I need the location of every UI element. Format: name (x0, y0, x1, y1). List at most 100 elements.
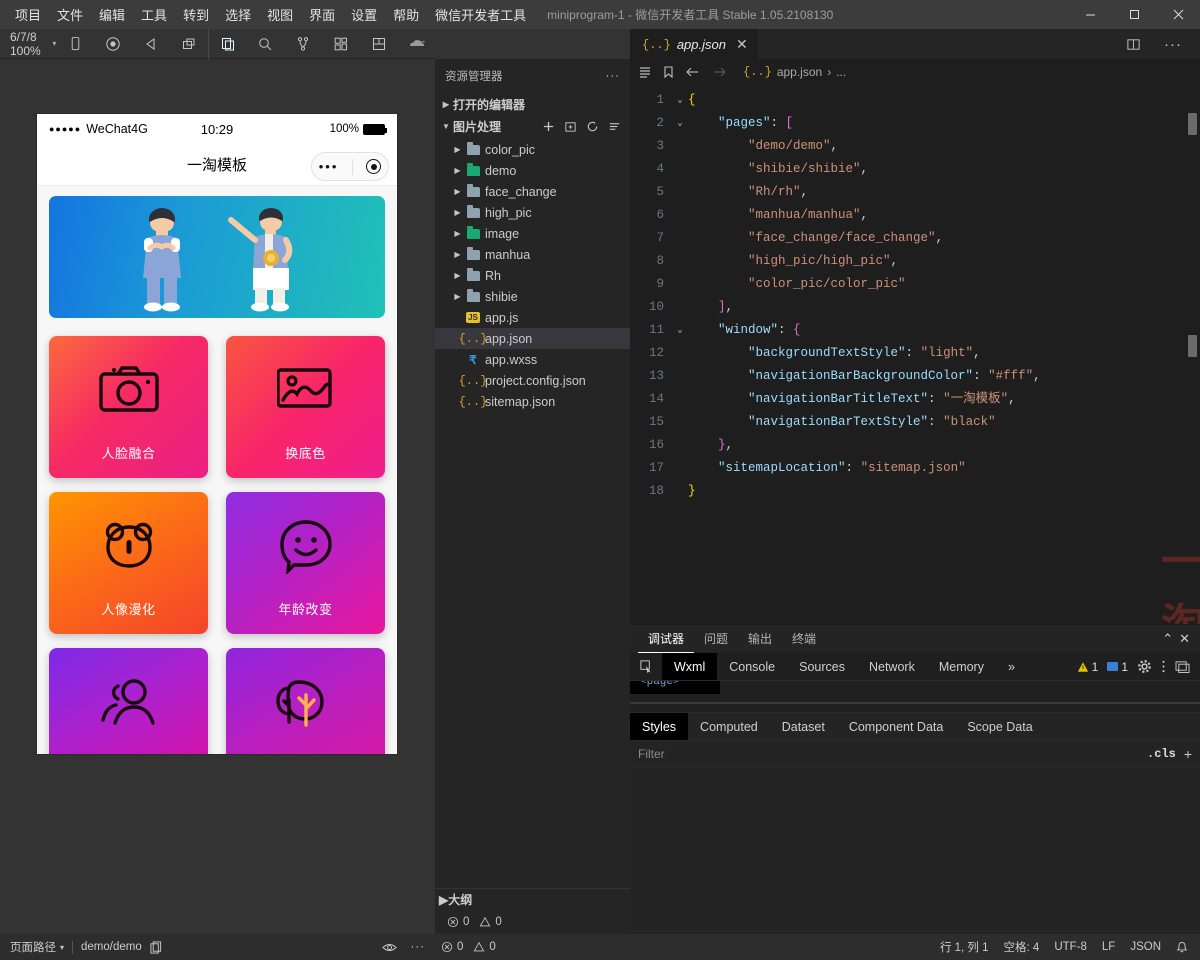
menu-item-devtools[interactable]: 微信开发者工具 (428, 2, 533, 27)
warning-badge[interactable]: 1 (1077, 660, 1099, 674)
page-path-selector[interactable]: 页面路径 ▾ (10, 939, 64, 955)
menu-item-goto[interactable]: 转到 (176, 2, 216, 27)
devtools-tab-memory[interactable]: Memory (927, 653, 996, 680)
warning-count-group[interactable]: 0 (473, 941, 495, 953)
eye-icon[interactable] (382, 942, 397, 953)
info-badge[interactable]: 1 (1107, 660, 1128, 674)
styles-tab-component-data[interactable]: Component Data (837, 713, 956, 740)
tree-item-app-json[interactable]: {..}app.json (435, 328, 630, 349)
list-icon[interactable] (638, 65, 652, 79)
card-people[interactable] (49, 648, 208, 754)
bell-icon[interactable] (1176, 941, 1188, 954)
tree-item-shibie[interactable]: ▶shibie (435, 286, 630, 307)
card-face-fusion[interactable]: 人脸融合 (49, 336, 208, 478)
close-icon[interactable]: ✕ (736, 36, 748, 53)
panel-tab-terminal[interactable]: 终端 (782, 625, 826, 653)
menu-item-project[interactable]: 项目 (8, 2, 48, 27)
tree-item-manhua[interactable]: ▶manhua (435, 244, 630, 265)
close-button[interactable] (1156, 0, 1200, 29)
menu-item-view[interactable]: 视图 (260, 2, 300, 27)
kebab-menu-icon[interactable] (1161, 659, 1166, 674)
devtools-tab-network[interactable]: Network (857, 653, 927, 680)
devtools-tab-overflow[interactable]: » (996, 653, 1027, 680)
menu-item-edit[interactable]: 编辑 (92, 2, 132, 27)
indent-indicator[interactable]: 空格: 4 (1004, 939, 1040, 955)
save-layout-icon[interactable] (360, 29, 398, 59)
section-project[interactable]: ▼ 图片处理 (435, 115, 630, 137)
code-editor[interactable]: 一淘模版 1⌄{2⌄ "pages": [3 "demo/demo",4 "sh… (630, 85, 1200, 624)
extensions-icon[interactable] (322, 29, 360, 59)
styles-tab-dataset[interactable]: Dataset (770, 713, 837, 740)
devtools-tab-wxml[interactable]: Wxml (662, 653, 717, 680)
encoding-indicator[interactable]: UTF-8 (1054, 941, 1087, 953)
back-arrow-icon[interactable] (685, 65, 701, 79)
play-icon[interactable] (132, 29, 170, 59)
section-open-editors[interactable]: ▶ 打开的编辑器 (435, 93, 630, 115)
card-trees[interactable] (226, 648, 385, 754)
devtools-tab-console[interactable]: Console (717, 653, 787, 680)
panel-tab-problems[interactable]: 问题 (694, 625, 738, 653)
menu-dots-icon[interactable]: ••• (319, 159, 339, 174)
tree-item-app-js[interactable]: JSapp.js (435, 307, 630, 328)
dock-panel-icon[interactable] (1175, 660, 1190, 673)
fold-toggle-icon[interactable]: ⌄ (672, 89, 688, 112)
cloud-icon[interactable] (398, 29, 436, 59)
tab-app-json[interactable]: {..} app.json ✕ (630, 29, 758, 59)
forward-arrow-icon[interactable] (711, 65, 727, 79)
menu-item-interface[interactable]: 界面 (302, 2, 342, 27)
more-actions-icon[interactable]: ··· (1154, 29, 1192, 59)
new-file-icon[interactable] (538, 117, 558, 135)
collapse-panel-icon[interactable]: ⌃ (1162, 631, 1173, 647)
menu-item-settings[interactable]: 设置 (344, 2, 384, 27)
record-icon[interactable] (94, 29, 132, 59)
styles-tab-scope-data[interactable]: Scope Data (955, 713, 1044, 740)
editor-scrollbar[interactable] (1186, 85, 1198, 624)
capsule-button[interactable]: ••• (311, 152, 389, 181)
panel-tab-output[interactable]: 输出 (738, 625, 782, 653)
inspect-element-icon[interactable] (630, 653, 662, 680)
tree-item-color_pic[interactable]: ▶color_pic (435, 139, 630, 160)
tree-item-rh[interactable]: ▶Rh (435, 265, 630, 286)
dom-horizontal-scrollbar[interactable] (630, 702, 1200, 704)
eol-indicator[interactable]: LF (1102, 941, 1115, 953)
target-icon[interactable] (366, 159, 381, 174)
tree-item-app-wxss[interactable]: ₹app.wxss (435, 349, 630, 370)
line-col-indicator[interactable]: 行 1, 列 1 (940, 939, 989, 955)
section-outline[interactable]: ▶ 大纲 (435, 888, 630, 910)
error-count-group[interactable]: 0 (441, 941, 463, 953)
tree-item-face_change[interactable]: ▶face_change (435, 181, 630, 202)
bookmark-icon[interactable] (662, 65, 675, 79)
collapse-all-icon[interactable] (604, 117, 624, 135)
tree-item-demo[interactable]: ▶demo (435, 160, 630, 181)
menu-item-select[interactable]: 选择 (218, 2, 258, 27)
styles-filter-input[interactable]: Filter (630, 747, 1139, 761)
warning-count-group[interactable]: 0 (479, 916, 501, 928)
wxml-dom-tree[interactable]: <page> (630, 681, 1200, 713)
card-cartoonize[interactable]: 人像漫化 (49, 492, 208, 634)
minimize-button[interactable] (1068, 0, 1112, 29)
maximize-button[interactable] (1112, 0, 1156, 29)
tree-item-sitemap-json[interactable]: {..}sitemap.json (435, 391, 630, 412)
copy-files-icon[interactable] (208, 29, 246, 59)
menu-item-help[interactable]: 帮助 (386, 2, 426, 27)
panel-tab-debugger[interactable]: 调试器 (638, 625, 694, 653)
devtools-tab-sources[interactable]: Sources (787, 653, 857, 680)
status-more-icon[interactable]: ··· (411, 941, 426, 953)
refresh-icon[interactable] (582, 117, 602, 135)
scrollbar-thumb-bottom[interactable] (1188, 335, 1197, 357)
tree-item-project-config-json[interactable]: {..}project.config.json (435, 370, 630, 391)
explorer-more-icon[interactable]: ··· (606, 70, 621, 82)
new-folder-icon[interactable] (560, 117, 580, 135)
banner-image[interactable] (49, 196, 385, 318)
language-indicator[interactable]: JSON (1130, 941, 1161, 953)
styles-tab-styles[interactable]: Styles (630, 713, 688, 740)
tree-item-high_pic[interactable]: ▶high_pic (435, 202, 630, 223)
clone-icon[interactable] (170, 29, 208, 59)
fold-toggle-icon[interactable]: ⌄ (672, 112, 688, 135)
menu-item-file[interactable]: 文件 (50, 2, 90, 27)
tree-item-image[interactable]: ▶image (435, 223, 630, 244)
gear-icon[interactable] (1137, 659, 1152, 674)
split-editor-icon[interactable] (1114, 29, 1152, 59)
scrollbar-thumb-top[interactable] (1188, 113, 1197, 135)
close-panel-icon[interactable]: ✕ (1179, 631, 1190, 647)
